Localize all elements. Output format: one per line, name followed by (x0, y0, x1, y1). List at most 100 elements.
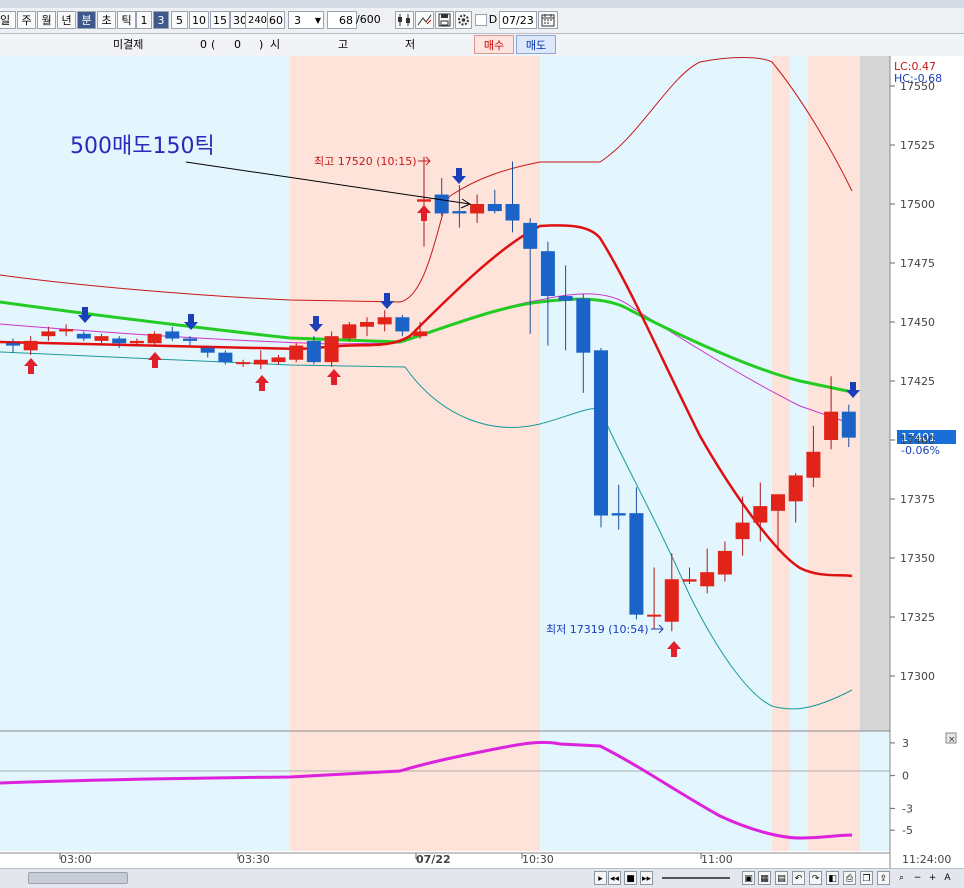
chevron-down-icon[interactable]: ▼ (315, 12, 321, 30)
interval-input[interactable]: 3 ▼ (288, 11, 324, 29)
paren-value: 0 (234, 38, 241, 51)
candle-body (253, 359, 268, 365)
count-input[interactable]: 68 (327, 11, 357, 29)
candle-body (505, 204, 520, 221)
candle-body (360, 322, 374, 327)
image-icon[interactable]: ▤ (775, 871, 788, 885)
interval-15-button[interactable]: 15 (210, 11, 230, 29)
period-year-button[interactable]: 년 (57, 11, 76, 29)
grid-icon[interactable]: ▦ (758, 871, 771, 885)
candle-body (434, 194, 449, 214)
candle-settings-icon[interactable] (395, 11, 414, 29)
candle-body (218, 352, 233, 363)
candle-body (576, 298, 591, 353)
x-tick-label: 10:30 (522, 853, 554, 866)
macd-tick-label: 0 (902, 770, 909, 783)
candle-body (59, 329, 74, 332)
toolbox-icon[interactable]: ▣ (742, 871, 755, 885)
copy-icon[interactable]: ❐ (860, 871, 873, 885)
save-icon[interactable] (435, 11, 454, 29)
x-tick-label: 11:00 (701, 853, 733, 866)
x-tick-label: 03:00 (60, 853, 92, 866)
candle-body (200, 347, 215, 353)
period-tick-button[interactable]: 틱 (117, 11, 136, 29)
y-tick-label: 17525 (900, 139, 935, 152)
horizontal-scrollbar[interactable] (28, 872, 128, 884)
buy-button[interactable]: 매수 (474, 35, 514, 54)
interval-3-button[interactable]: 3 (153, 11, 169, 29)
date-input[interactable]: 07/23 (499, 11, 537, 29)
interval-input-value: 3 (294, 14, 301, 27)
period-minute-button[interactable]: 분 (77, 11, 96, 29)
calendar-icon[interactable] (538, 11, 558, 29)
text-size-icon[interactable]: A (941, 871, 954, 885)
scroll-right-icon[interactable]: ▸ (594, 871, 607, 885)
x-tick-label: 11:24:00 (902, 853, 951, 866)
candle-body (753, 506, 768, 523)
zoom-icon[interactable]: ⌕ (895, 871, 908, 885)
undo-icon[interactable]: ↶ (792, 871, 805, 885)
candle-body (558, 296, 573, 301)
candle-body (717, 550, 732, 575)
y-tick-label: 17500 (900, 198, 935, 211)
price-chart[interactable]: 500매도150틱 최고 17520 (10:15) 최저 17319 (10:… (0, 56, 964, 868)
y-tick-label: 17425 (900, 375, 935, 388)
count-total-label: /600 (356, 13, 381, 26)
export-icon[interactable]: ⇪ (877, 871, 890, 885)
x-tick-label: 07/22 (416, 853, 451, 866)
y-tick-label: 17375 (900, 493, 935, 506)
fast-forward-icon[interactable]: ▸▸ (640, 871, 653, 885)
candle-body (147, 333, 162, 344)
candle-body (523, 222, 538, 249)
interval-10-button[interactable]: 10 (189, 11, 209, 29)
candle-body (824, 411, 839, 440)
candle-body (682, 579, 697, 582)
low-price-marker: 최저 17319 (10:54) (546, 623, 649, 636)
period-week-button[interactable]: 주 (17, 11, 36, 29)
y-tick-label: 17450 (900, 316, 935, 329)
candle-body (700, 572, 715, 587)
candle-body (112, 338, 127, 344)
candle-body (236, 362, 251, 365)
candle-body (165, 331, 180, 339)
zoom-slider[interactable] (662, 877, 730, 879)
candle-body (129, 340, 144, 344)
candle-body (806, 451, 821, 478)
high-price-label: 고 (338, 38, 349, 51)
order-info-row: 미결제 0 ( 0 ) 시 고 저 매수 매도 (0, 34, 964, 57)
candle-body (771, 494, 785, 511)
interval-1-button[interactable]: 1 (136, 11, 152, 29)
stop-icon[interactable]: ■ (624, 871, 637, 885)
interval-60-button[interactable]: 60 (267, 11, 285, 29)
line-tool-icon[interactable] (415, 11, 434, 29)
gear-icon[interactable] (455, 11, 472, 29)
pattern-icon[interactable]: ◧ (826, 871, 839, 885)
paren-close: ) (259, 38, 264, 51)
candle-body (452, 211, 467, 214)
sell-button[interactable]: 매도 (516, 35, 556, 54)
print-icon[interactable]: ⎙ (843, 871, 856, 885)
interval-5-button[interactable]: 5 (171, 11, 188, 29)
unsettled-value: 0 (200, 38, 207, 51)
y-tick-label: 17350 (900, 552, 935, 565)
zoom-out-icon[interactable]: − (911, 871, 924, 885)
candle-body (377, 317, 392, 325)
macd-tick-label: -3 (902, 802, 913, 815)
candle-body (540, 251, 555, 297)
period-second-button[interactable]: 초 (97, 11, 116, 29)
macd-tick-label: 3 (902, 737, 909, 750)
y-tick-label: 17400 (900, 434, 935, 447)
candle-body (470, 204, 485, 214)
zoom-in-icon[interactable]: + (926, 871, 939, 885)
period-day-button[interactable]: 일 (0, 11, 16, 29)
candle-body (76, 333, 91, 339)
candle-body (342, 324, 357, 339)
macd-close-glyph: × (948, 735, 956, 745)
skip-back-icon[interactable]: ◂◂ (608, 871, 621, 885)
candle-body (306, 340, 321, 363)
redo-icon[interactable]: ↷ (809, 871, 822, 885)
candle-body (417, 199, 431, 202)
period-month-button[interactable]: 월 (37, 11, 56, 29)
candle-body (324, 336, 339, 363)
date-checkbox[interactable] (475, 14, 487, 26)
